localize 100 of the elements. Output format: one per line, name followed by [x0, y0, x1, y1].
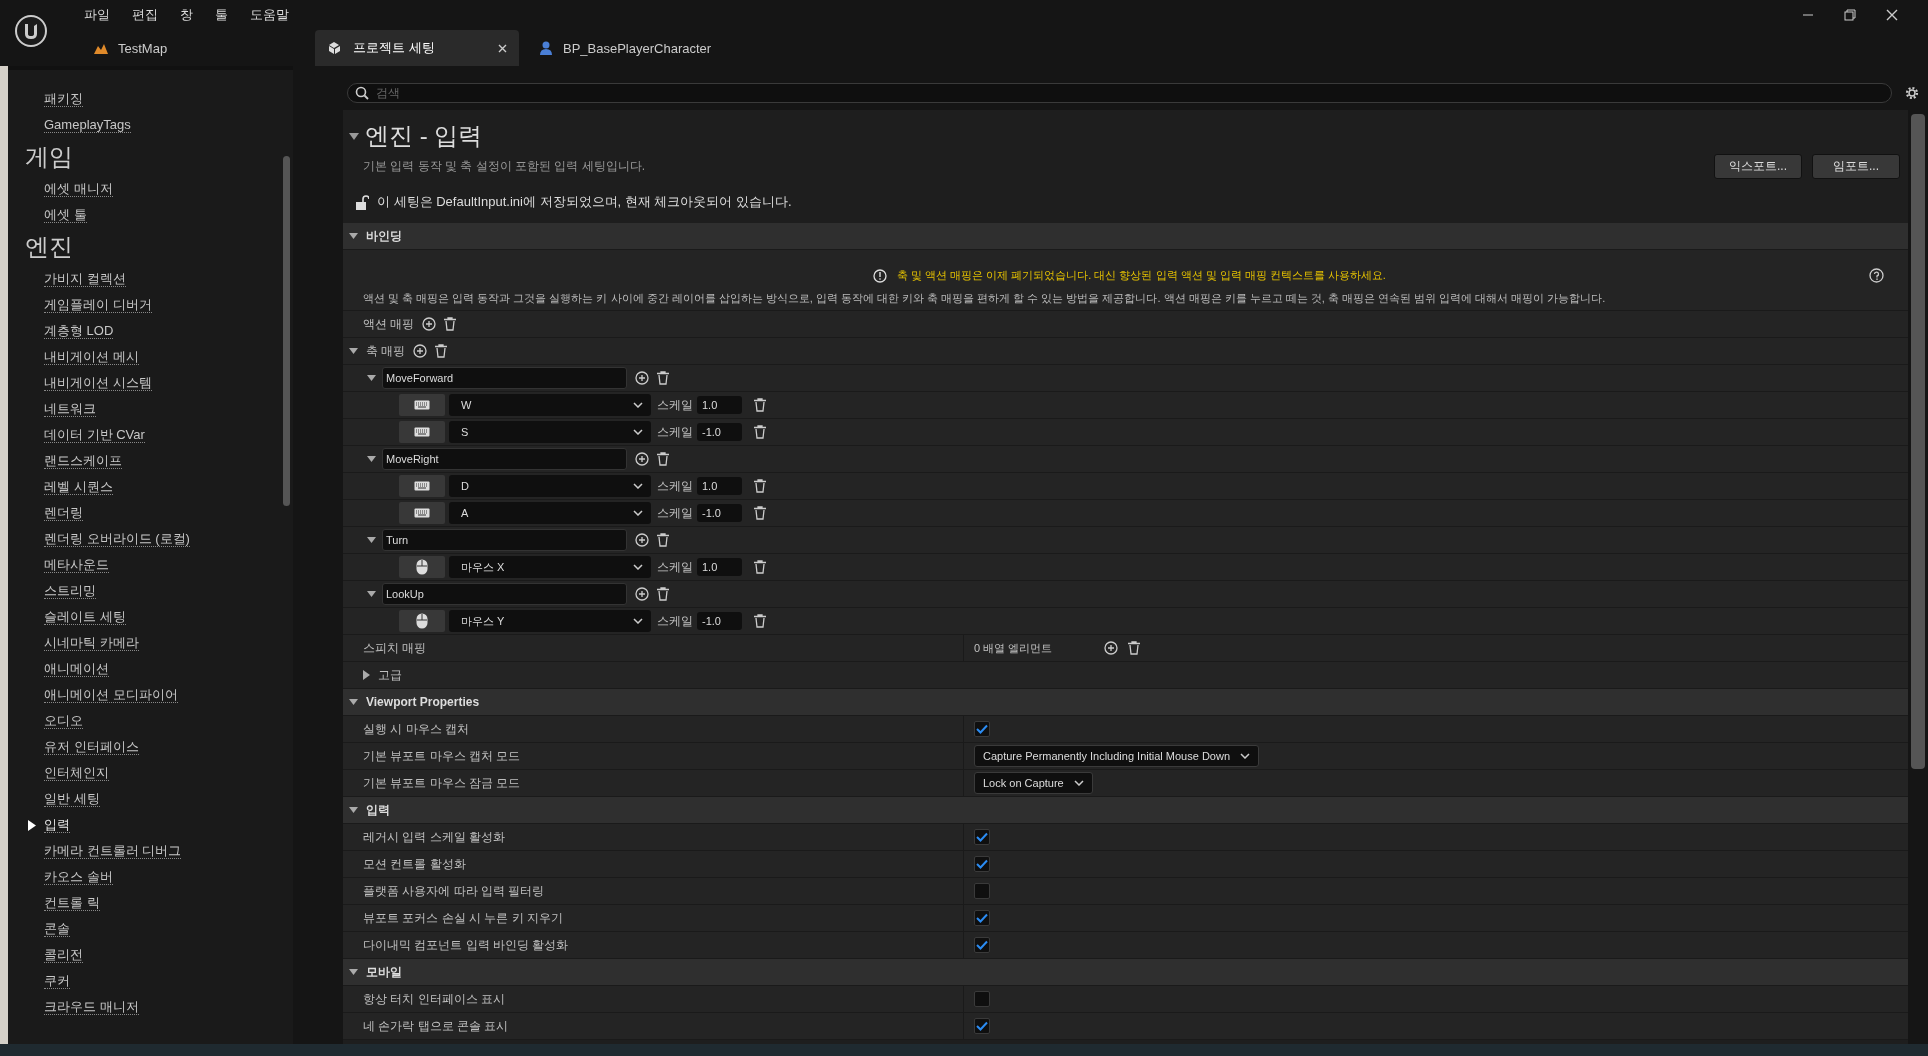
- input-device-button[interactable]: [399, 556, 445, 578]
- settings-icon[interactable]: [1904, 85, 1920, 101]
- checkbox[interactable]: [974, 856, 990, 872]
- scale-field[interactable]: -1.0: [697, 504, 742, 522]
- checkbox[interactable]: [974, 991, 990, 1007]
- menu-item[interactable]: 도움말: [250, 6, 289, 24]
- axis-name-field[interactable]: MoveRight: [382, 448, 627, 470]
- section-header[interactable]: 입력: [343, 797, 1908, 824]
- restore-icon[interactable]: [1844, 9, 1856, 21]
- scale-field[interactable]: 1.0: [697, 396, 742, 414]
- help-icon[interactable]: [1869, 268, 1884, 283]
- delete-icon[interactable]: [657, 587, 669, 601]
- delete-icon[interactable]: [754, 479, 766, 493]
- scale-field[interactable]: -1.0: [697, 423, 742, 441]
- settings-link[interactable]: 오디오: [44, 713, 83, 729]
- editor-tab[interactable]: BP_BasePlayerCharacter: [527, 30, 736, 66]
- settings-link[interactable]: 애니메이션 모디파이어: [44, 687, 178, 703]
- delete-icon[interactable]: [444, 317, 457, 331]
- close-tab-icon[interactable]: [498, 43, 507, 53]
- settings-link[interactable]: 콜리전: [44, 947, 83, 963]
- page-button[interactable]: 익스포트...: [1714, 154, 1802, 179]
- editor-tab[interactable]: 프로젝트 세팅: [315, 30, 519, 66]
- add-icon[interactable]: [1104, 641, 1118, 655]
- delete-icon[interactable]: [657, 371, 669, 385]
- page-button[interactable]: 임포트...: [1812, 154, 1900, 179]
- collapse-arrow-icon[interactable]: [349, 348, 358, 354]
- settings-link[interactable]: 에셋 매니저: [44, 181, 113, 197]
- key-dropdown[interactable]: 마우스 X: [449, 556, 651, 578]
- delete-icon[interactable]: [754, 560, 766, 574]
- axis-name-field[interactable]: MoveForward: [382, 367, 627, 389]
- add-icon[interactable]: [635, 587, 649, 601]
- settings-link[interactable]: 데이터 기반 CVar: [44, 427, 145, 443]
- settings-link[interactable]: 일반 세팅: [44, 791, 100, 807]
- settings-link[interactable]: 스트리밍: [44, 583, 96, 599]
- menu-item[interactable]: 툴: [215, 6, 228, 24]
- settings-link[interactable]: 에셋 툴: [44, 207, 87, 223]
- delete-icon[interactable]: [1128, 641, 1140, 655]
- settings-link[interactable]: 레벨 시퀀스: [44, 479, 113, 495]
- dropdown[interactable]: Lock on Capture: [974, 772, 1093, 794]
- settings-link[interactable]: 렌더링 오버라이드 (로컬): [44, 531, 190, 547]
- scale-field[interactable]: -1.0: [697, 612, 742, 630]
- checkbox[interactable]: [974, 910, 990, 926]
- add-icon[interactable]: [413, 344, 428, 358]
- settings-link[interactable]: 인터체인지: [44, 765, 109, 781]
- delete-icon[interactable]: [754, 506, 766, 520]
- key-dropdown[interactable]: S: [449, 421, 651, 443]
- settings-link[interactable]: 콘솔: [44, 921, 70, 937]
- menu-item[interactable]: 편집: [132, 6, 158, 24]
- settings-link[interactable]: 내비게이션 시스템: [44, 375, 152, 391]
- scale-field[interactable]: 1.0: [697, 558, 742, 576]
- section-header[interactable]: Viewport Properties: [343, 689, 1908, 716]
- input-device-button[interactable]: [399, 394, 445, 416]
- scrollbar-thumb[interactable]: [283, 156, 290, 506]
- input-device-button[interactable]: [399, 421, 445, 443]
- input-device-button[interactable]: [399, 475, 445, 497]
- settings-link[interactable]: GameplayTags: [44, 117, 131, 133]
- settings-link[interactable]: 카오스 솔버: [44, 869, 113, 885]
- collapse-arrow-icon[interactable]: [367, 537, 376, 543]
- editor-tab[interactable]: TestMap: [82, 30, 291, 66]
- delete-icon[interactable]: [754, 425, 766, 439]
- settings-link[interactable]: 크라우드 매니저: [44, 999, 139, 1015]
- collapse-arrow-icon[interactable]: [349, 132, 359, 140]
- settings-link[interactable]: 계층형 LOD: [44, 323, 114, 339]
- settings-link[interactable]: 렌더링: [44, 505, 83, 521]
- search-field[interactable]: 검색: [347, 83, 1892, 103]
- dropdown[interactable]: Capture Permanently Including Initial Mouse Down: [974, 745, 1260, 767]
- menu-item[interactable]: 파일: [84, 6, 110, 24]
- menu-item[interactable]: 창: [180, 6, 193, 24]
- checkbox[interactable]: [974, 883, 990, 899]
- settings-link[interactable]: 네트워크: [44, 401, 96, 417]
- settings-link[interactable]: 패키징: [44, 91, 83, 107]
- settings-link[interactable]: 입력: [44, 817, 70, 833]
- settings-link[interactable]: 애니메이션: [44, 661, 109, 677]
- key-dropdown[interactable]: W: [449, 394, 651, 416]
- settings-link[interactable]: 컨트롤 릭: [44, 895, 100, 911]
- settings-link[interactable]: 내비게이션 메시: [44, 349, 139, 365]
- checkbox[interactable]: [974, 721, 990, 737]
- add-icon[interactable]: [635, 533, 649, 547]
- key-dropdown[interactable]: A: [449, 502, 651, 524]
- settings-link[interactable]: 시네마틱 카메라: [44, 635, 139, 651]
- section-header[interactable]: 바인딩: [343, 223, 1908, 250]
- add-icon[interactable]: [422, 317, 437, 331]
- scale-field[interactable]: 1.0: [697, 477, 742, 495]
- delete-icon[interactable]: [657, 533, 669, 547]
- delete-icon[interactable]: [754, 398, 766, 412]
- checkbox[interactable]: [974, 937, 990, 953]
- collapse-arrow-icon[interactable]: [367, 591, 376, 597]
- checkbox[interactable]: [974, 829, 990, 845]
- settings-link[interactable]: 쿠커: [44, 973, 70, 989]
- collapse-arrow-icon[interactable]: [367, 456, 376, 462]
- settings-link[interactable]: 카메라 컨트롤러 디버그: [44, 843, 182, 859]
- settings-link[interactable]: 유저 인터페이스: [44, 739, 139, 755]
- settings-link[interactable]: 게임플레이 디버거: [44, 297, 152, 313]
- key-dropdown[interactable]: D: [449, 475, 651, 497]
- checkbox[interactable]: [974, 1018, 990, 1034]
- add-icon[interactable]: [635, 371, 649, 385]
- input-device-button[interactable]: [399, 610, 445, 632]
- settings-link[interactable]: 메타사운드: [44, 557, 109, 573]
- scrollbar-thumb[interactable]: [1911, 114, 1925, 769]
- delete-icon[interactable]: [435, 344, 448, 358]
